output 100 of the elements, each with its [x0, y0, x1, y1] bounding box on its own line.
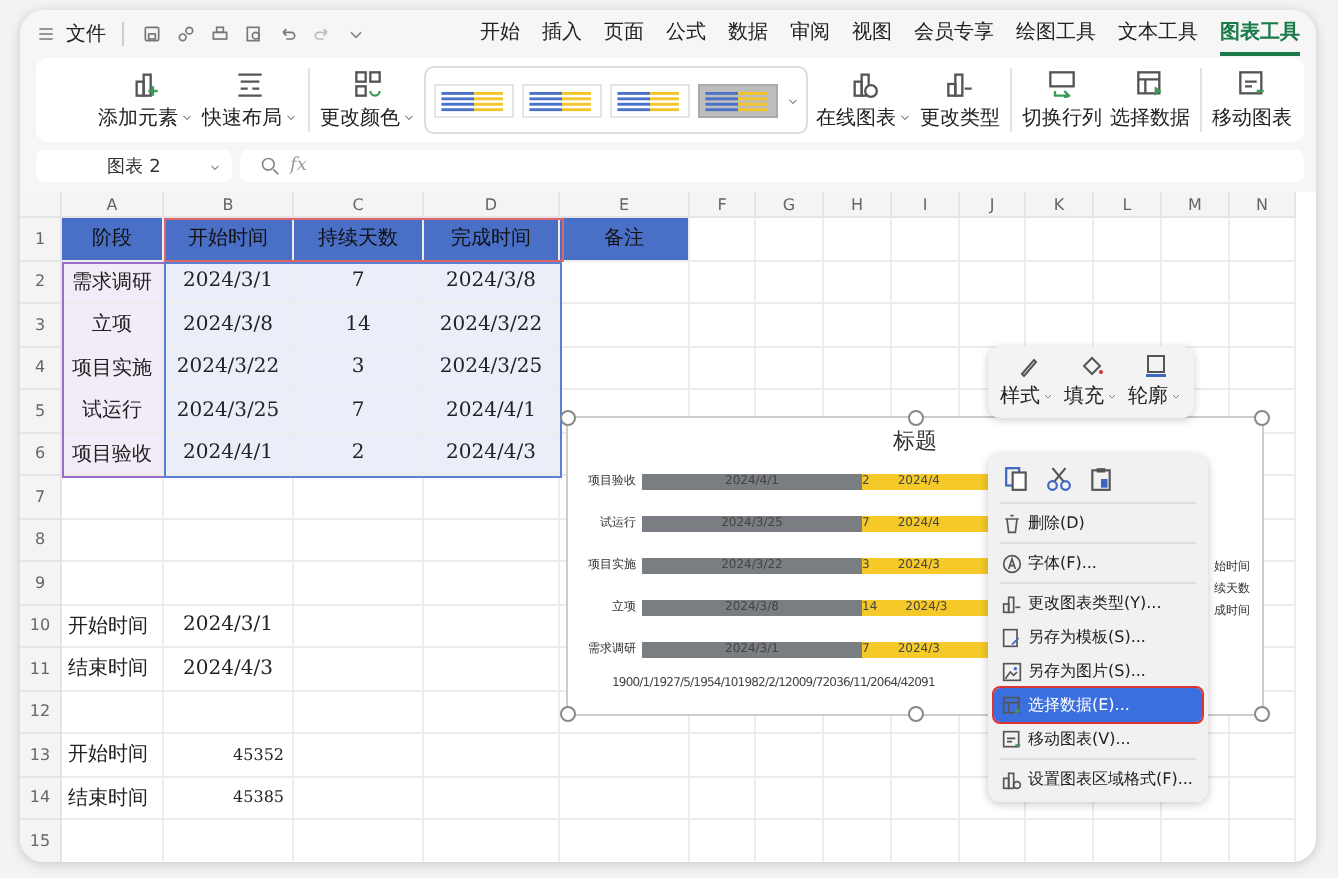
column-header[interactable]: D	[424, 192, 560, 218]
ribbon-button[interactable]: 更改类型	[918, 65, 1002, 135]
table-cell: 项目实施	[62, 347, 164, 390]
row-header[interactable]: 7	[20, 476, 62, 519]
row-header[interactable]: 3	[20, 304, 62, 347]
column-header[interactable]: A	[62, 192, 164, 218]
table-cell: 2024/4/3	[424, 433, 560, 476]
ribbon-tab[interactable]: 开始	[480, 12, 520, 56]
chart-title[interactable]: 标题	[568, 426, 1262, 456]
table-cell: 7	[294, 390, 424, 433]
resize-handle[interactable]	[1254, 410, 1270, 426]
table-cell	[960, 218, 1026, 261]
row-header[interactable]: 5	[20, 390, 62, 433]
function-button[interactable]: fx	[290, 156, 307, 176]
ribbon-button[interactable]: 选择数据	[1108, 65, 1192, 135]
table-cell: 14	[294, 304, 424, 347]
paint-bucket-icon	[1079, 354, 1103, 378]
chart-move-icon	[1002, 729, 1022, 749]
menu-item[interactable]: 字体(F)...	[994, 546, 1202, 580]
table-cell: 结束时间	[62, 777, 164, 820]
ribbon-button[interactable]: 快速布局	[200, 65, 300, 135]
menu-item[interactable]: 另存为图片(S)...	[994, 654, 1202, 688]
column-header[interactable]: G	[756, 192, 824, 218]
table-cell	[892, 218, 960, 261]
ribbon-tab[interactable]: 视图	[852, 12, 892, 56]
name-box[interactable]: 图表 2	[36, 150, 232, 182]
column-header[interactable]: F	[690, 192, 756, 218]
column-header[interactable]: K	[1026, 192, 1094, 218]
ribbon-tab[interactable]: 文本工具	[1118, 12, 1198, 56]
ribbon-tab[interactable]: 审阅	[790, 12, 830, 56]
column-header[interactable]: H	[824, 192, 892, 218]
ribbon-tab[interactable]: 页面	[604, 12, 644, 56]
redo-icon	[312, 24, 332, 44]
menu-item[interactable]: 移动图表(V)...	[994, 722, 1202, 756]
ribbon-button[interactable]: 添加元素	[96, 65, 196, 135]
resize-handle[interactable]	[560, 706, 576, 722]
ribbon-tab[interactable]: 插入	[542, 12, 582, 56]
resize-handle[interactable]	[1254, 706, 1270, 722]
column-header[interactable]: E	[560, 192, 690, 218]
resize-handle[interactable]	[907, 706, 923, 722]
table-cell: 2024/3/25	[164, 390, 294, 433]
column-header[interactable]: B	[164, 192, 294, 218]
table-cell	[1026, 218, 1094, 261]
ribbon-tab[interactable]: 绘图工具	[1016, 12, 1096, 56]
table-cell	[62, 476, 164, 519]
save-icon	[142, 24, 162, 44]
table-cell: 完成时间	[424, 218, 560, 261]
ribbon-button[interactable]: 移动图表	[1210, 65, 1294, 135]
column-header[interactable]: M	[1162, 192, 1230, 218]
menu-item[interactable]: 删除(D)	[994, 506, 1202, 540]
table-cell	[1094, 218, 1162, 261]
ribbon-tab[interactable]: 会员专享	[914, 12, 994, 56]
column-header[interactable]: L	[1094, 192, 1162, 218]
formula-field[interactable]: fx	[240, 150, 1304, 182]
format-button[interactable]: 轮廓	[1124, 352, 1186, 412]
zoom-icon[interactable]	[260, 156, 280, 176]
row-header[interactable]: 8	[20, 519, 62, 562]
cut-icon	[1046, 466, 1072, 492]
table-cell	[62, 519, 164, 562]
ribbon-tab[interactable]: 数据	[728, 12, 768, 56]
format-button[interactable]: 样式	[996, 352, 1058, 412]
row-header[interactable]: 10	[20, 605, 62, 648]
table-cell	[824, 218, 892, 261]
cut-button[interactable]	[1044, 464, 1074, 494]
row-header[interactable]: 14	[20, 777, 62, 820]
row-header[interactable]: 4	[20, 347, 62, 390]
column-header[interactable]: I	[892, 192, 960, 218]
ribbon-button[interactable]: 更改颜色	[318, 65, 418, 135]
row-header[interactable]: 1	[20, 218, 62, 261]
ribbon-tab[interactable]: 公式	[666, 12, 706, 56]
table-cell: 2024/3/22	[164, 347, 294, 390]
table-cell: 2024/4/1	[164, 433, 294, 476]
table-cell	[164, 476, 294, 519]
paste-button[interactable]	[1086, 464, 1116, 494]
table-cell: 2024/3/1	[164, 605, 294, 648]
table-cell: 持续天数	[294, 218, 424, 261]
preview-icon	[244, 24, 264, 44]
table-cell: 2024/3/8	[164, 304, 294, 347]
copy-button[interactable]	[1002, 464, 1032, 494]
column-header[interactable]: J	[960, 192, 1026, 218]
menu-item[interactable]: 设置图表区域格式(F)...	[994, 762, 1202, 796]
file-menu[interactable]: 文件	[66, 20, 106, 48]
row-header[interactable]: 6	[20, 433, 62, 476]
row-header[interactable]: 13	[20, 734, 62, 777]
ribbon-button[interactable]: 切换行列	[1020, 65, 1104, 135]
paste-icon	[1088, 466, 1114, 492]
column-header[interactable]: C	[294, 192, 424, 218]
row-header[interactable]: 15	[20, 820, 62, 862]
resize-handle[interactable]	[907, 410, 923, 426]
row-header[interactable]: 12	[20, 691, 62, 734]
format-button[interactable]: 填充	[1060, 352, 1122, 412]
row-header[interactable]: 11	[20, 648, 62, 691]
ribbon-button[interactable]: 在线图表	[814, 65, 914, 135]
column-header[interactable]: N	[1230, 192, 1296, 218]
table-cell	[62, 691, 164, 734]
menu-item[interactable]: 选择数据(E)...	[994, 688, 1202, 722]
chart-style-thumbnail[interactable]	[698, 83, 778, 117]
row-header[interactable]: 2	[20, 261, 62, 304]
table-select-icon	[1002, 695, 1022, 715]
row-header[interactable]: 9	[20, 562, 62, 605]
